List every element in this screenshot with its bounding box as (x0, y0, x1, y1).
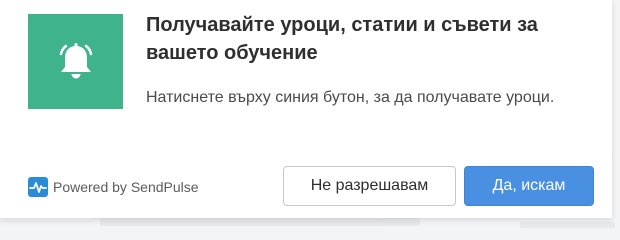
allow-button[interactable]: Да, искам (464, 166, 594, 206)
background-line (100, 218, 420, 226)
prompt-headline: Получавайте уроци, статии и съвети за ва… (146, 14, 538, 64)
powered-by-label: Powered by SendPulse (53, 179, 199, 195)
deny-button[interactable]: Не разрешавам (283, 166, 456, 206)
prompt-body-text: Натиснете върху синия бутон, за да получ… (146, 89, 555, 106)
powered-by-link[interactable]: Powered by SendPulse (28, 176, 199, 198)
sendpulse-logo-icon (28, 177, 48, 197)
background-line (520, 222, 615, 228)
subscription-prompt: Получавайте уроци, статии и съвети за ва… (0, 0, 612, 218)
bell-icon (28, 14, 123, 109)
